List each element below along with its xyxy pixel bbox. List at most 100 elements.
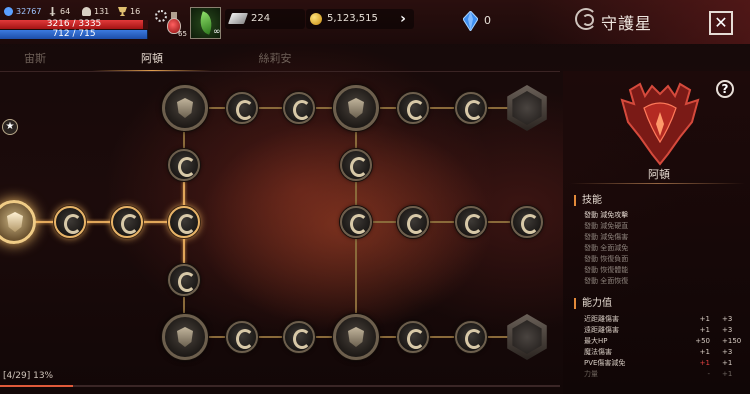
gold-value: 5,123,515: [327, 13, 378, 24]
attribute-next-value: +150: [722, 337, 742, 345]
sword-icon: [49, 7, 56, 16]
blue-crystal-icon: [463, 11, 478, 31]
skill-item: 發動 全面減免: [584, 244, 629, 252]
constellation-star-node[interactable]: [226, 321, 258, 353]
tab-sirian[interactable]: 絲莉安: [210, 47, 340, 71]
constellation-star-node[interactable]: [168, 264, 200, 296]
attack-value: 64: [60, 7, 71, 16]
silver-ingot-icon: [227, 13, 249, 24]
constellation-star-node[interactable]: [397, 92, 429, 124]
attribute-row: 力量 - +1: [584, 369, 738, 379]
level-value: 32767: [16, 7, 42, 16]
constellation-star-node[interactable]: [397, 321, 429, 353]
constellation-star-node[interactable]: [340, 149, 372, 181]
constellation-star-node[interactable]: [283, 321, 315, 353]
attribute-next-value: +3: [722, 348, 733, 356]
constellation-star-node[interactable]: [455, 206, 487, 238]
attribute-row: PVE傷害減免 +1 +1: [584, 358, 738, 368]
attribute-next-value: +1: [722, 370, 733, 378]
constellation-star-node[interactable]: [455, 321, 487, 353]
attribute-current-value: +1: [699, 359, 710, 367]
constellation-major-node[interactable]: [162, 85, 208, 131]
level-icon: [4, 7, 13, 16]
attribute-current-value: +1: [699, 315, 710, 323]
tab-aton[interactable]: 阿頓: [92, 47, 212, 71]
attribute-next-value: +3: [722, 315, 733, 323]
attribute-current-value: -: [707, 370, 710, 378]
constellation-star-node[interactable]: [226, 92, 258, 124]
gold-coin-icon: [310, 13, 322, 25]
attribute-row: 遠距離傷害 +1 +3: [584, 325, 738, 335]
defense-stat: 131: [82, 7, 109, 16]
attribute-next-value: +3: [722, 326, 733, 334]
helmet-icon: [82, 7, 91, 16]
hp-bar: 3216 / 3335: [0, 19, 148, 29]
silver-value: 224: [251, 13, 271, 24]
attribute-label: 力量: [584, 370, 598, 378]
tree-connector: [14, 221, 184, 223]
attribute-current-value: +50: [695, 337, 710, 345]
constellation-hex-node[interactable]: [507, 85, 547, 131]
constellation-star-node[interactable]: [397, 206, 429, 238]
progress-fill: [0, 385, 73, 387]
attribute-label: 魔法傷害: [584, 348, 612, 356]
trophy-stat: 16: [118, 7, 140, 16]
constellation-star-node[interactable]: [168, 149, 200, 181]
skills-heading: 技能: [574, 195, 602, 206]
skill-item: 發動 恢復負面: [584, 255, 629, 263]
level-stat: 32767: [4, 7, 41, 16]
skill-item: 發動 恢復體能: [584, 266, 629, 274]
silver-currency: 224: [225, 9, 305, 29]
mp-text: 712 / 715: [52, 29, 96, 39]
attribute-current-value: +1: [699, 348, 710, 356]
close-button[interactable]: ✕: [709, 11, 733, 35]
mp-bar: 712 / 715: [0, 29, 148, 39]
attack-stat: 64: [48, 7, 70, 16]
attribute-row: 魔法傷害 +1 +3: [584, 347, 738, 357]
constellation-major-node[interactable]: [162, 314, 208, 360]
constellation-star-node[interactable]: [283, 92, 315, 124]
aton-crest-icon: [620, 82, 700, 166]
root-star-icon: ★: [2, 119, 18, 135]
trophy-value: 16: [130, 7, 141, 16]
attributes-heading: 能力值: [574, 298, 612, 309]
progress-text: [4/29] 13%: [3, 371, 54, 381]
skill-item: 發動 減免傷害: [584, 233, 629, 241]
currency-more-button[interactable]: ›: [395, 10, 411, 28]
attribute-current-value: +1: [699, 326, 710, 334]
defense-value: 131: [94, 7, 110, 16]
skill-item: 發動 全面恢復: [584, 277, 629, 285]
help-button[interactable]: ?: [716, 80, 734, 98]
constellation-major-node[interactable]: [333, 314, 379, 360]
gem-value: 0: [484, 14, 491, 27]
constellation-star-node[interactable]: [54, 206, 86, 238]
attribute-next-value: +1: [722, 359, 733, 367]
attribute-label: 近距離傷害: [584, 315, 619, 323]
crest-divider: [570, 183, 745, 184]
constellation-tree: [0, 72, 562, 394]
herb-count: ∞: [213, 27, 221, 37]
attribute-row: 最大HP +50 +150: [584, 336, 741, 346]
potion-count: 65: [178, 30, 187, 38]
tree-connector: [356, 221, 527, 223]
skill-item: 發動 減免硬直: [584, 222, 629, 230]
constellation-star-node[interactable]: [111, 206, 143, 238]
attribute-label: 最大HP: [584, 337, 608, 345]
constellation-star-node[interactable]: [168, 206, 200, 238]
page-title: 守護星: [601, 14, 653, 33]
crest-name: 阿頓: [648, 168, 670, 181]
constellation-star-node[interactable]: [340, 206, 372, 238]
top-bar: 32767 64 131 16 3216 / 3335 712 / 715 65…: [0, 0, 750, 44]
constellation-major-node[interactable]: [333, 85, 379, 131]
tab-zeus[interactable]: 宙斯: [0, 47, 70, 71]
trophy-icon: [118, 7, 127, 16]
deity-tabs: 宙斯 阿頓 絲莉安: [0, 47, 560, 72]
attribute-label: PVE傷害減免: [584, 359, 626, 367]
attribute-label: 遠距離傷害: [584, 326, 619, 334]
constellation-hex-node[interactable]: [507, 314, 547, 360]
attribute-row: 近距離傷害 +1 +3: [584, 314, 738, 324]
constellation-root-node[interactable]: [0, 200, 36, 244]
constellation-star-node[interactable]: [511, 206, 543, 238]
constellation-star-node[interactable]: [455, 92, 487, 124]
progress-track: [0, 385, 560, 387]
